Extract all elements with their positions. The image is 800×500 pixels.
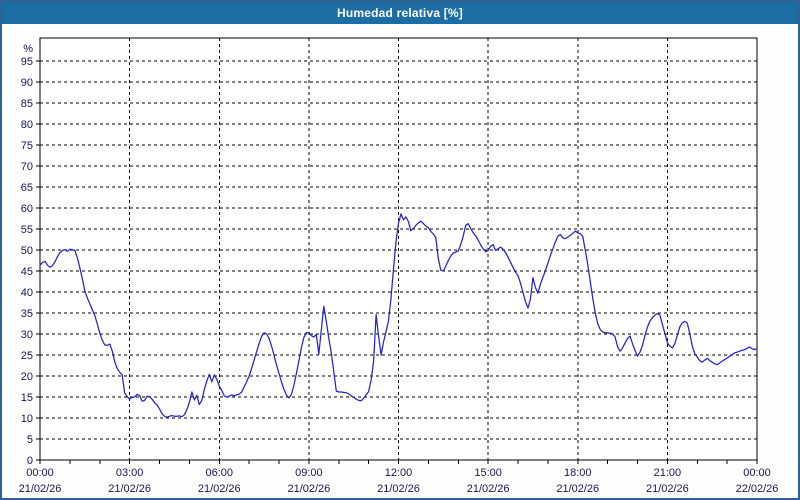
- y-axis-unit-label: %: [23, 43, 33, 55]
- x-tick-time-label: 00:00: [743, 467, 771, 479]
- y-tick-label: 85: [21, 98, 33, 110]
- chart-panel: { "title": "Humedad relativa [%]", "colo…: [0, 0, 800, 500]
- y-tick-label: 5: [27, 434, 33, 446]
- y-tick-label: 10: [21, 413, 33, 425]
- y-tick-label: 45: [21, 266, 33, 278]
- x-tick-time-label: 00:00: [26, 467, 54, 479]
- y-tick-label: 95: [21, 56, 33, 68]
- x-tick-date-label: 21/02/26: [556, 483, 599, 495]
- x-tick-time-label: 21:00: [654, 467, 682, 479]
- y-tick-label: 30: [21, 329, 33, 341]
- x-tick-date-label: 21/02/26: [467, 483, 510, 495]
- chart-title-bar: Humedad relativa [%]: [2, 2, 798, 24]
- chart-title: Humedad relativa [%]: [336, 6, 464, 20]
- x-tick-time-label: 15:00: [474, 467, 502, 479]
- x-tick-time-label: 06:00: [205, 467, 233, 479]
- humidity-chart: 0 5 10 15 20 25 30 35 40 45 50 55 60 65 70 75 80 85 90 95% 0…: [19, 37, 779, 495]
- y-tick-label: 70: [21, 161, 33, 173]
- x-tick-date-label: 22/02/26: [736, 483, 779, 495]
- y-tick-label: 90: [21, 77, 33, 89]
- y-tick-label: 65: [21, 182, 33, 194]
- y-tick-label: 80: [21, 119, 33, 131]
- x-tick-time-label: 03:00: [116, 467, 144, 479]
- y-tick-label: 0: [27, 455, 33, 467]
- y-tick-label: 75: [21, 140, 33, 152]
- chart-area: 0 5 10 15 20 25 30 35 40 45 50 55 60 65 70 75 80 85 90 95% 0…: [2, 24, 798, 498]
- y-tick-label: 25: [21, 350, 33, 362]
- y-tick-label: 15: [21, 392, 33, 404]
- y-tick-label: 20: [21, 371, 33, 383]
- x-tick-time-label: 12:00: [385, 467, 413, 479]
- x-tick-date-label: 21/02/26: [646, 483, 689, 495]
- y-tick-label: 35: [21, 308, 33, 320]
- y-tick-label: 60: [21, 203, 33, 215]
- y-tick-label: 50: [21, 245, 33, 257]
- x-tick-time-label: 09:00: [295, 467, 323, 479]
- x-tick-date-label: 21/02/26: [377, 483, 420, 495]
- x-tick-date-label: 21/02/26: [108, 483, 151, 495]
- x-tick-date-label: 21/02/26: [19, 483, 62, 495]
- x-tick-date-label: 21/02/26: [198, 483, 241, 495]
- y-tick-label: 55: [21, 224, 33, 236]
- x-tick-time-label: 18:00: [564, 467, 592, 479]
- x-tick-date-label: 21/02/26: [287, 483, 330, 495]
- y-tick-label: 40: [21, 287, 33, 299]
